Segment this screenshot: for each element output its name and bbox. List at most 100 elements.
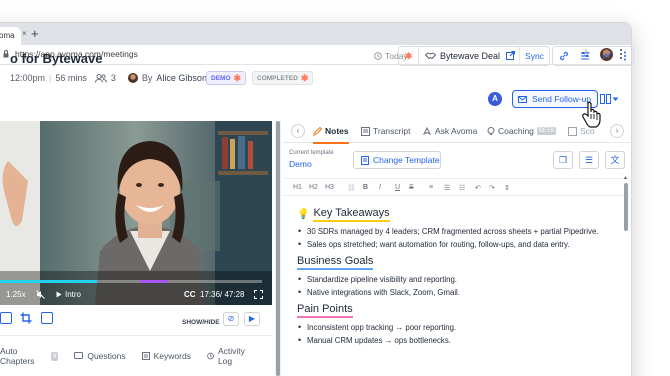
lock-icon <box>3 50 9 58</box>
status-badge: COMPLETED ✱ <box>252 71 314 85</box>
template-label: Current template <box>289 150 334 156</box>
external-link-icon[interactable] <box>501 50 519 62</box>
underline-button[interactable]: U <box>395 184 400 191</box>
demo-badge-label: DEMO <box>211 74 231 82</box>
sync-notes-icon[interactable]: ☰ <box>579 151 599 169</box>
attendees-icon <box>94 73 107 83</box>
notes-content[interactable]: 💡 Key Takeaways 30 SDRs managed by 4 lea… <box>297 207 619 351</box>
handshake-icon <box>425 52 436 60</box>
count-badge: 9 <box>50 351 59 361</box>
attendee-count[interactable]: 3 <box>111 73 116 83</box>
demo-badge: DEMO ✱ <box>206 71 247 85</box>
left-bottom-tabs: Auto Chapters 9 Questions Keywords Activ… <box>0 345 272 367</box>
hide-participants-icon[interactable]: ⊘ <box>223 312 239 326</box>
business-goals-heading: Business Goals <box>297 255 374 270</box>
tab-keywords[interactable]: Keywords <box>141 351 191 361</box>
chapter-indicator[interactable]: Intro <box>56 290 81 299</box>
status-badge-label: COMPLETED <box>257 74 298 82</box>
tab-questions[interactable]: Questions <box>74 351 126 361</box>
notes-scroll-thumb[interactable] <box>624 183 628 231</box>
pain-points-heading: Pain Points <box>297 303 353 318</box>
italic-button[interactable]: I <box>379 184 381 191</box>
mute-icon[interactable] <box>36 290 45 299</box>
left-pane-scroll-thumb[interactable] <box>276 121 280 376</box>
left-pane-scrollbar[interactable] <box>275 121 281 376</box>
notes-scrollbar[interactable]: ▲ <box>623 175 629 376</box>
tab-coaching[interactable]: Coaching BETA <box>487 126 557 136</box>
crm-deal-box: ✱ Bytewave Deal Sync <box>398 46 550 66</box>
more-vertical-icon[interactable] <box>623 51 627 61</box>
strikethrough-button[interactable]: S <box>409 184 414 191</box>
share-icon[interactable] <box>602 51 612 61</box>
meeting-title: o for Bytewave <box>10 51 103 66</box>
change-template-button[interactable]: Change Template <box>353 151 441 169</box>
list-item: Sales ops stretched; want automation for… <box>297 239 619 249</box>
heading1-button[interactable]: H1 <box>293 184 302 191</box>
scroll-up-icon[interactable]: ▲ <box>623 175 628 181</box>
browser-tab[interactable]: oma <box>0 27 21 45</box>
organizer-name: Alice Gibson <box>156 73 207 83</box>
template-value[interactable]: Demo <box>289 159 312 169</box>
meeting-duration: 56 mins <box>55 73 87 83</box>
collapse-icon[interactable]: ⇕ <box>504 184 510 192</box>
link-icon[interactable] <box>559 51 569 61</box>
playback-speed[interactable]: 1.25x <box>6 290 26 299</box>
undo-icon[interactable]: ↶ <box>475 184 481 192</box>
scorecard-icon <box>568 126 577 136</box>
template-icon <box>361 155 369 165</box>
tab-notes[interactable]: Notes <box>313 126 349 144</box>
tabs-next-icon[interactable]: › <box>610 124 624 138</box>
translate-icon[interactable]: 文 <box>605 151 625 169</box>
meeting-time: 12:00pm <box>10 73 46 83</box>
link-icon[interactable]: ⛓ <box>347 184 356 192</box>
copy-icon[interactable]: ❐ <box>553 151 573 169</box>
hubspot-icon[interactable]: ✱ <box>399 47 419 65</box>
list-settings-icon[interactable] <box>580 51 590 61</box>
tab-transcript[interactable]: Transcript <box>361 126 410 136</box>
user-avatar[interactable]: A <box>488 92 502 106</box>
snippet-icon[interactable] <box>41 312 53 324</box>
format-toolbar: H1 H2 H3 ⛓ B I U S ≡ ☰ ☷ ↶ ↷ ⇕ <box>283 178 633 196</box>
close-tab-icon[interactable]: × <box>22 29 27 38</box>
key-takeaways-heading-row: 💡 Key Takeaways <box>297 207 619 222</box>
hubspot-icon: ✱ <box>233 72 242 83</box>
clip-icon[interactable] <box>0 312 12 324</box>
fullscreen-icon[interactable] <box>254 290 263 299</box>
bullet-list-icon[interactable]: ☰ <box>444 184 450 192</box>
questions-icon <box>74 352 84 359</box>
keywords-icon <box>141 352 150 360</box>
bold-button[interactable]: B <box>363 184 368 191</box>
video-player[interactable] <box>0 121 272 305</box>
tab-questions-label: Questions <box>87 351 126 361</box>
meeting-meta: 12:00pm | 56 mins 3 By Alice Gibson <box>10 73 207 83</box>
ordered-list-icon[interactable]: ≡ <box>429 184 433 191</box>
layout-toggle-button[interactable] <box>600 90 624 108</box>
video-progress-bar[interactable] <box>0 280 262 283</box>
heading2-button[interactable]: H2 <box>309 184 318 191</box>
tabs-prev-icon[interactable]: ‹ <box>291 124 305 138</box>
tab-ask-avoma[interactable]: Ask Avoma <box>423 126 477 136</box>
pain-points-list: Inconsistent opp tracking → poor reporti… <box>297 322 619 345</box>
organizer-prefix: By <box>141 73 153 83</box>
header-actions <box>552 46 634 66</box>
tab-transcript-label: Transcript <box>373 126 411 136</box>
ask-avoma-icon <box>423 126 432 135</box>
video-camera-icon[interactable]: ▶ <box>244 312 260 326</box>
new-tab-icon[interactable]: + <box>31 26 39 41</box>
show-hide-label: SHOW/HIDE <box>182 319 220 326</box>
crop-icon[interactable] <box>20 312 32 324</box>
sync-button[interactable]: Sync <box>519 47 549 65</box>
closed-captions-button[interactable]: CC <box>184 290 196 299</box>
tab-activity-log[interactable]: Activity Log <box>207 346 256 366</box>
notes-pane: ‹ Notes Transcript Ask Avoma Coaching BE… <box>283 121 633 376</box>
deal-link[interactable]: Bytewave Deal <box>419 51 501 61</box>
key-takeaways-list: 30 SDRs managed by 4 leaders; CRM fragme… <box>297 226 619 249</box>
coaching-icon <box>487 126 495 135</box>
checklist-icon[interactable]: ☷ <box>459 184 465 192</box>
business-goals-list: Standardize pipeline visibility and repo… <box>297 274 619 297</box>
redo-icon[interactable]: ↷ <box>489 184 495 192</box>
list-item: Native integrations with Slack, Zoom, Gm… <box>297 287 619 297</box>
clock-icon <box>374 52 382 60</box>
heading3-button[interactable]: H3 <box>325 184 334 191</box>
tab-auto-chapters[interactable]: Auto Chapters 9 <box>0 346 59 366</box>
